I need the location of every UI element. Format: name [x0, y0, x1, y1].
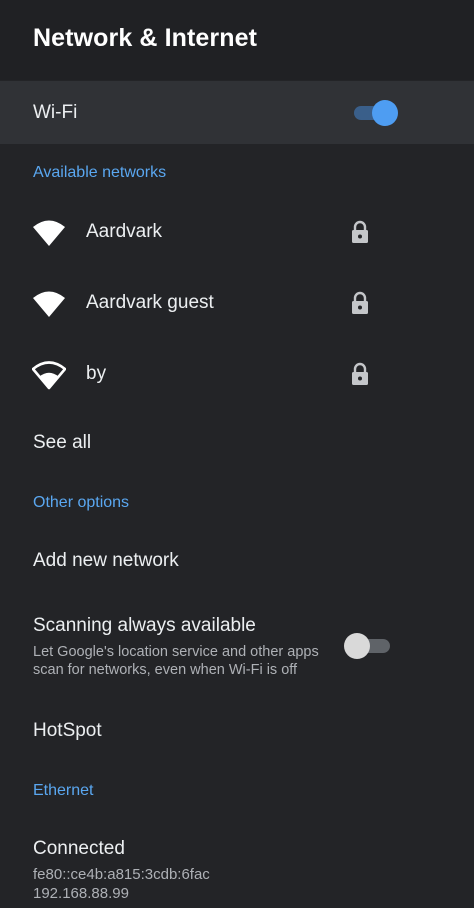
scanning-toggle-knob: [344, 633, 370, 659]
lock-icon: [352, 291, 368, 314]
network-item-aardvark[interactable]: Aardvark: [0, 198, 474, 268]
ethernet-status: Connected: [33, 838, 125, 859]
available-networks-heading: Available networks: [33, 164, 167, 181]
network-item-aardvark-guest[interactable]: Aardvark guest: [0, 269, 474, 339]
scanning-toggle[interactable]: [342, 632, 392, 660]
add-new-network-button[interactable]: Add new network: [33, 550, 179, 572]
scanning-description-line-2: scan for networks, even when Wi-Fi is of…: [33, 662, 298, 678]
wifi-label: Wi-Fi: [33, 102, 78, 123]
hotspot-item[interactable]: HotSpot: [33, 720, 102, 742]
network-name: by: [86, 363, 107, 384]
lock-icon: [352, 362, 368, 385]
lock-icon: [352, 220, 368, 243]
wifi-icon: [33, 220, 65, 246]
network-name: Aardvark guest: [86, 292, 214, 313]
app-header: Network & Internet: [0, 0, 474, 80]
ethernet-ipv4: 192.168.88.99: [33, 885, 129, 902]
network-name: Aardvark: [86, 221, 163, 242]
wifi-toggle-knob: [372, 100, 398, 126]
wifi-toggle-row[interactable]: Wi-Fi: [0, 81, 474, 144]
wifi-toggle[interactable]: [352, 99, 400, 127]
wifi-icon: [33, 291, 65, 317]
page-title: Network & Internet: [33, 24, 258, 52]
ethernet-ipv6: fe80::ce4b:a815:3cdb:6fac: [33, 866, 210, 883]
network-item-by[interactable]: by: [0, 340, 474, 410]
see-all-link[interactable]: See all: [33, 432, 91, 454]
other-options-heading: Other options: [33, 494, 130, 511]
wifi-icon: [32, 361, 66, 390]
scanning-title: Scanning always available: [33, 615, 256, 636]
ethernet-heading: Ethernet: [33, 782, 94, 799]
